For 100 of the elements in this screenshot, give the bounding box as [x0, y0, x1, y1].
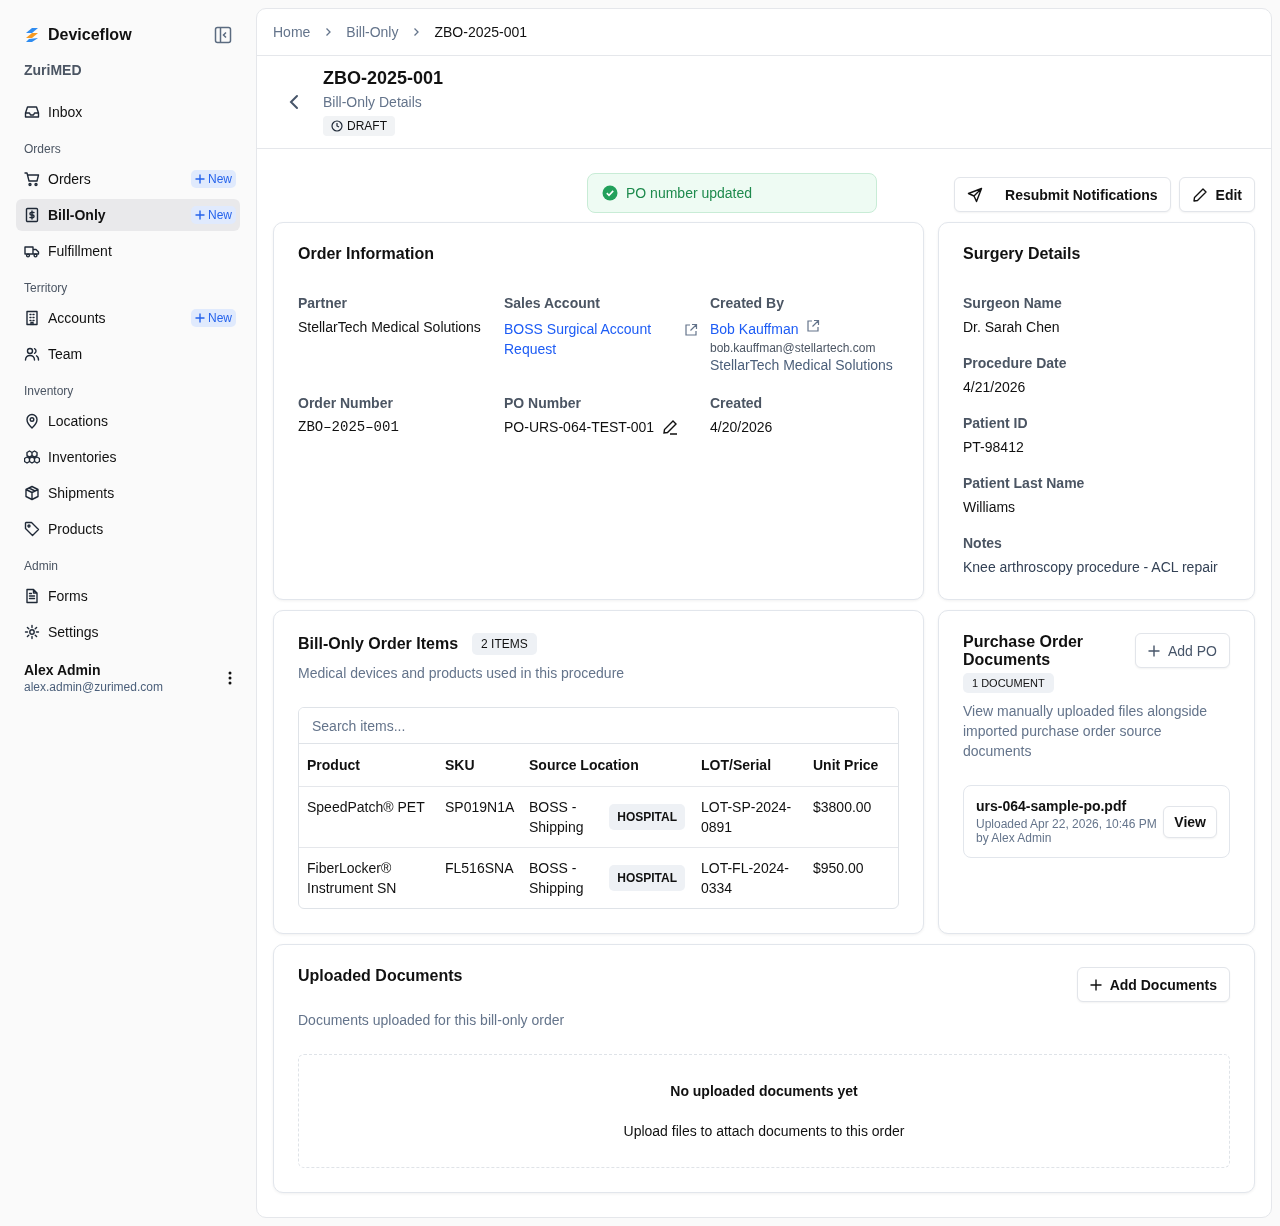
plus-icon [195, 210, 205, 220]
search-field[interactable]: Search items... [299, 708, 898, 744]
sales-account-link[interactable]: BOSS Surgical Account Request [504, 319, 676, 359]
field-label: Procedure Date [963, 355, 1068, 371]
creator-email: bob.kauffman@stellartech.com [710, 341, 877, 355]
plus-icon [1089, 978, 1102, 991]
table-cell: LOT-SP-2024-0891 [693, 786, 805, 848]
column-header: Source Location [521, 744, 693, 787]
edit-button[interactable]: Edit [1178, 177, 1255, 212]
creator-company: StellarTech Medical Solutions [710, 357, 894, 373]
new-button[interactable]: New [191, 309, 236, 327]
field-value: StellarTech Medical Solutions [298, 319, 482, 335]
field-label: Order Number [298, 395, 394, 411]
building-icon [24, 310, 40, 326]
nav-item[interactable]: Bill-Only New [16, 199, 240, 231]
field-value: 4/20/2026 [710, 419, 774, 435]
new-button[interactable]: New [191, 170, 236, 188]
field-label: Patient Last Name [963, 475, 1086, 491]
nav-section-heading: Territory [23, 280, 69, 297]
column-header: LOT/Serial [693, 744, 805, 787]
pencil-icon [1191, 186, 1208, 203]
count-badge: 1 DOCUMENT [963, 673, 1054, 693]
card-subtitle: Documents uploaded for this bill-only order [298, 1011, 566, 1030]
field-label: Created [710, 395, 764, 411]
status-badge: DRAFT [323, 116, 395, 136]
sidebar-toggle-icon[interactable] [214, 26, 232, 44]
nav-item[interactable]: Settings [16, 616, 240, 648]
add-documents-button[interactable]: Add Documents [1076, 967, 1230, 1002]
plus-icon [195, 313, 205, 323]
nav-item[interactable]: Forms [16, 580, 240, 612]
organization-name: ZuriMED [23, 61, 83, 80]
logo-icon [24, 27, 40, 43]
field-label: Surgeon Name [963, 295, 1063, 311]
nav-section-heading: Inventory [23, 383, 75, 400]
field-value: ZBO–2025–001 [298, 419, 400, 435]
field-value: PT-98412 [963, 439, 1025, 455]
empty-state-text: Upload files to attach documents to this order [623, 1123, 905, 1139]
field-label: Created By [710, 295, 785, 311]
nav-item[interactable]: Fulfillment [16, 235, 240, 267]
field-value: 4/21/2026 [963, 379, 1027, 395]
document-icon [24, 588, 40, 604]
view-button[interactable]: View [1163, 805, 1217, 838]
field-value: Knee arthroscopy procedure - ACL repair [963, 559, 1219, 575]
field-label: Partner [298, 295, 349, 311]
map-pin-icon [24, 413, 40, 429]
breadcrumb-link[interactable]: Bill-Only [346, 24, 399, 40]
nav-item[interactable]: Locations [16, 405, 240, 437]
field-label: Notes [963, 535, 1003, 551]
table-cell: FiberLocker® Instrument SN [299, 847, 437, 908]
send-icon [967, 186, 984, 203]
table-cell: FL516SNA [437, 847, 521, 908]
table-cell: SP019N1A [437, 786, 521, 848]
chevron-right-icon [324, 27, 333, 37]
external-link-icon[interactable] [684, 323, 698, 337]
tag-icon [24, 521, 40, 537]
toast-notification: PO number updated [587, 173, 877, 213]
table-cell: SpeedPatch® PET [299, 786, 437, 848]
nav-item[interactable]: Accounts New [16, 302, 240, 334]
nav-section-heading: Orders [23, 141, 62, 158]
package-icon [24, 485, 40, 501]
nav-item[interactable]: Products [16, 513, 240, 545]
add-po-button[interactable]: Add PO [1134, 633, 1230, 668]
chevron-right-icon [412, 27, 421, 37]
pencil-icon[interactable] [662, 419, 679, 435]
external-link-icon[interactable] [806, 319, 821, 333]
creator-link[interactable]: Bob Kauffman [710, 319, 799, 339]
nav-item[interactable]: Team [16, 338, 240, 370]
location-type-badge: HOSPITAL [609, 865, 685, 891]
more-options-icon[interactable] [228, 671, 232, 685]
plus-icon [1147, 644, 1160, 657]
new-button[interactable]: New [191, 206, 236, 224]
plus-icon [195, 174, 205, 184]
breadcrumb-link[interactable]: Home [273, 24, 311, 40]
card-title: Bill-Only Order Items [298, 635, 459, 653]
resubmit-button[interactable]: Resubmit Notifications [954, 177, 1171, 212]
users-icon [24, 346, 40, 362]
nav-item[interactable]: Orders New [16, 163, 240, 195]
table-cell: LOT-FL-2024-0334 [693, 847, 805, 908]
cart-icon [24, 171, 40, 187]
receipt-icon [24, 207, 40, 223]
field-label: Patient ID [963, 415, 1029, 431]
nav-item[interactable]: Inventories [16, 441, 240, 473]
table-cell-text: BOSS - Shipping [529, 859, 585, 898]
card-subtitle: Medical devices and products used in this procedure [298, 664, 626, 683]
table-cell-text: BOSS - Shipping [529, 798, 585, 837]
check-circle-icon [602, 185, 618, 201]
nav-item[interactable]: Inbox [16, 96, 240, 128]
card-title: Order Information [298, 245, 435, 263]
field-value: Dr. Sarah Chen [963, 319, 1061, 335]
card-title: Surgery Details [963, 245, 1082, 263]
file-meta: Uploaded Apr 22, 2026, 10:46 PM by Alex Admin [976, 817, 1158, 845]
card-title: Purchase Order Documents [963, 633, 1085, 669]
table-cell: $950.00 [805, 847, 898, 908]
user-email: alex.admin@zurimed.com [24, 680, 164, 694]
page-subtitle: Bill-Only Details [323, 94, 422, 110]
count-badge: 2 ITEMS [472, 633, 537, 655]
nav-item[interactable]: Shipments [16, 477, 240, 509]
brand-name: Deviceflow [48, 26, 133, 44]
inbox-icon [24, 104, 40, 120]
truck-icon [24, 243, 40, 259]
